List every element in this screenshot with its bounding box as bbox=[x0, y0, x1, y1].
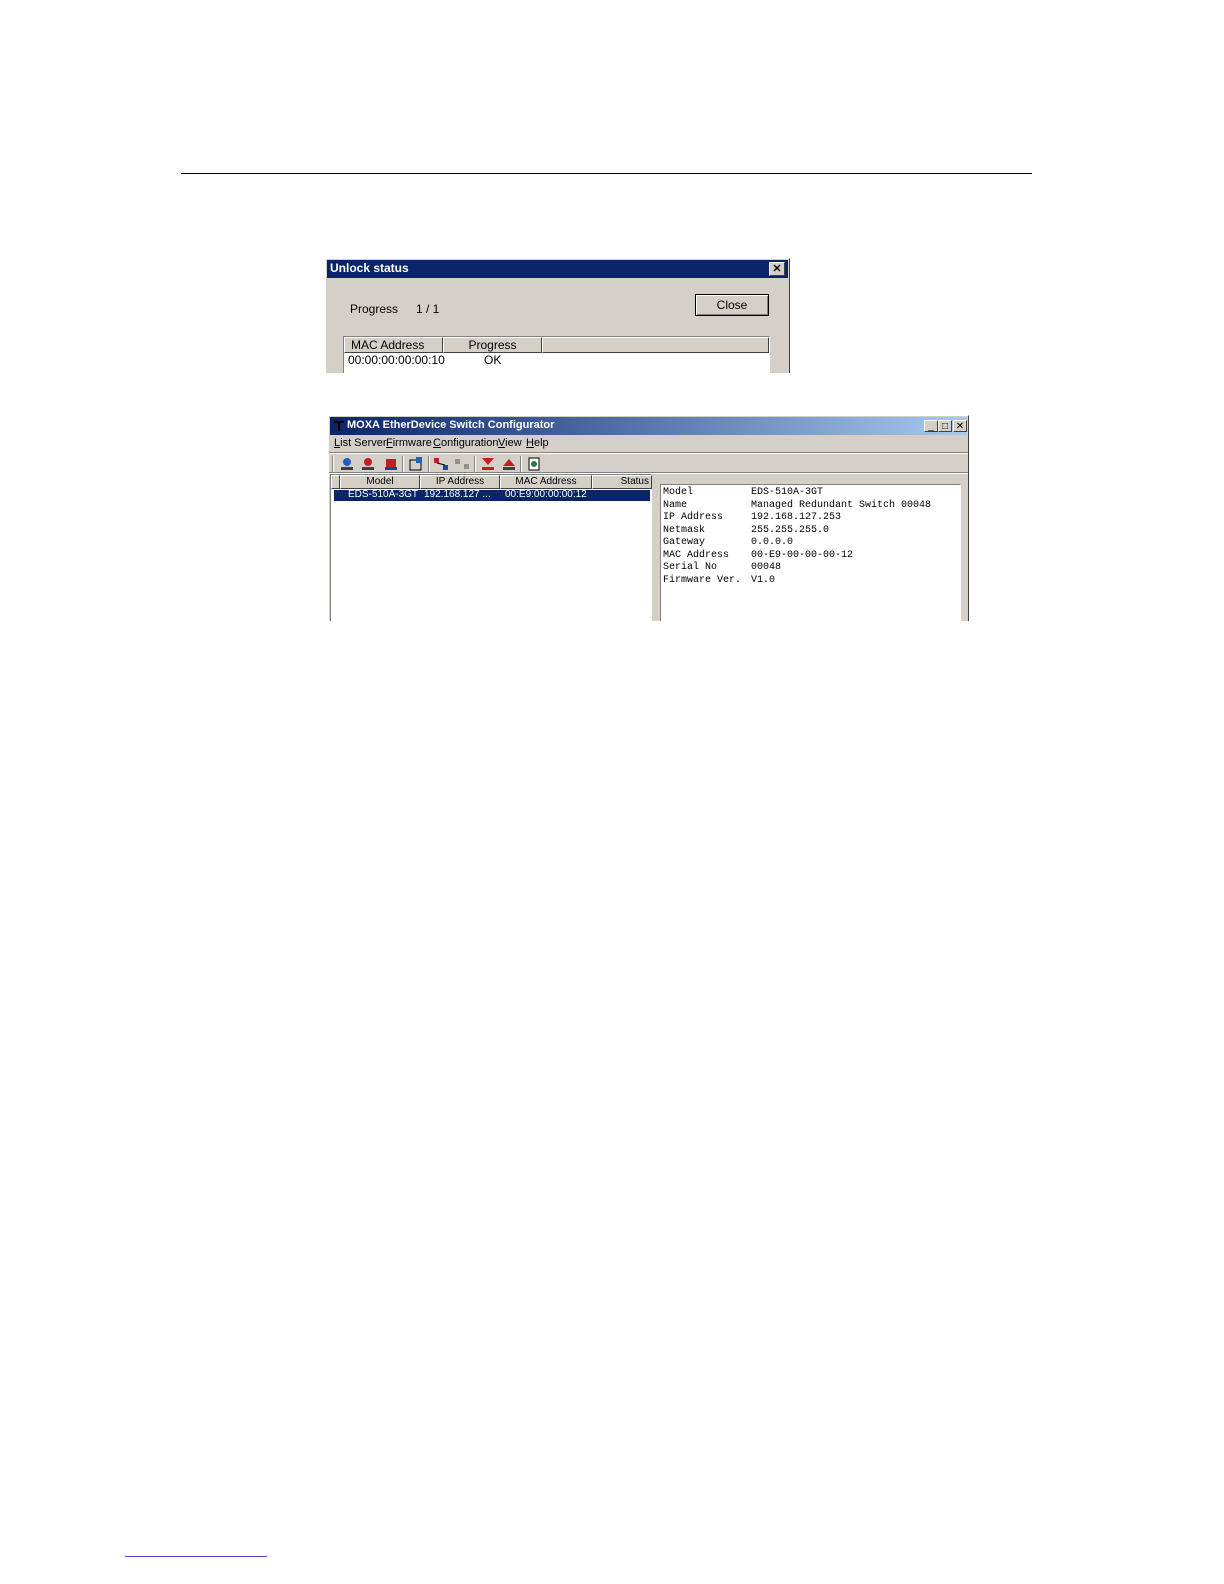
column-ip-address[interactable]: IP Address bbox=[420, 475, 500, 489]
unlock-status-dialog: Unlock status ✕ Progress 1 / 1 Close MAC… bbox=[325, 258, 790, 373]
window-title: MOXA EtherDevice Switch Configurator bbox=[347, 419, 555, 431]
info-row: Firmware Ver. V1.0 bbox=[663, 574, 776, 586]
info-row: IP Address 192.168.127.253 bbox=[663, 512, 842, 523]
minimize-icon[interactable]: _ bbox=[924, 420, 938, 432]
column-progress[interactable]: Progress bbox=[443, 337, 542, 353]
dialog-title: Unlock status bbox=[330, 261, 409, 275]
toolbar-separator bbox=[332, 456, 334, 473]
column-blank bbox=[331, 475, 340, 489]
menu-view[interactable]: View bbox=[498, 437, 522, 449]
page-top-rule bbox=[181, 173, 1032, 174]
info-row: MAC Address 00-E9-00-00-00-12 bbox=[663, 549, 854, 561]
info-row: Gateway 0.0.0.0 bbox=[663, 537, 794, 548]
column-empty bbox=[542, 337, 769, 353]
menu-configuration[interactable]: Configuration bbox=[433, 437, 498, 449]
device-mac: 00:E9:00:00:00:12 bbox=[505, 489, 587, 500]
toolbar-separator bbox=[520, 456, 522, 473]
disconnect-icon[interactable] bbox=[454, 456, 470, 472]
upload-icon[interactable] bbox=[501, 456, 517, 472]
progress-value: 1 / 1 bbox=[416, 302, 440, 316]
upgrade-firmware-icon[interactable] bbox=[480, 456, 496, 472]
close-button[interactable]: Close bbox=[695, 294, 769, 316]
menu-separator bbox=[329, 452, 968, 454]
table-row[interactable]: EDS-510A-3GT 192.168.127 ... 00:E9:00:00… bbox=[334, 489, 650, 501]
toolbar-separator bbox=[474, 456, 476, 473]
toolbar-separator bbox=[428, 456, 430, 473]
toolbar-separator bbox=[402, 456, 404, 473]
close-icon[interactable]: ✕ bbox=[769, 262, 785, 276]
progress-label: Progress bbox=[350, 302, 399, 316]
configurator-window: MOXA EtherDevice Switch Configurator _ □… bbox=[328, 415, 969, 621]
close-icon[interactable]: ✕ bbox=[953, 420, 967, 432]
info-row: Name Managed Redundant Switch 00048 bbox=[663, 499, 932, 511]
unlock-list[interactable]: MAC Address Progress 00:00:00:00:00:10 O… bbox=[343, 336, 770, 373]
locate-server-icon[interactable] bbox=[339, 456, 355, 472]
info-row: Serial No 00048 bbox=[663, 562, 782, 573]
info-row: Model EDS-510A-3GT bbox=[663, 487, 824, 498]
detail-pane: Model EDS-510A-3GT Name Managed Redundant … bbox=[654, 474, 968, 621]
row-mac: 00:00:00:00:00:10 bbox=[348, 353, 445, 367]
export-icon[interactable] bbox=[526, 456, 542, 472]
column-mac-address[interactable]: MAC Address bbox=[344, 337, 443, 353]
lock-icon[interactable] bbox=[383, 456, 399, 472]
info-row: Netmask 255.255.255.0 bbox=[663, 524, 830, 536]
column-model[interactable]: Model bbox=[340, 475, 420, 489]
dialog-titlebar[interactable]: Unlock status ✕ bbox=[327, 260, 788, 278]
device-info-box[interactable]: Model EDS-510A-3GT Name Managed Redundant … bbox=[660, 484, 961, 621]
device-model: EDS-510A-3GT bbox=[348, 489, 419, 500]
maximize-icon[interactable]: □ bbox=[938, 420, 952, 432]
column-mac-address[interactable]: MAC Address bbox=[500, 475, 592, 489]
menu-list-server[interactable]: List Server bbox=[334, 437, 387, 449]
device-list[interactable]: Model IP Address MAC Address Status EDS-… bbox=[330, 474, 652, 621]
connect-icon[interactable] bbox=[433, 456, 449, 472]
menu-help[interactable]: Help bbox=[526, 437, 549, 449]
unlock-icon[interactable] bbox=[360, 456, 376, 472]
menu-firmware[interactable]: Firmware bbox=[386, 437, 432, 449]
settings-icon[interactable] bbox=[408, 456, 424, 472]
footer-link-rule bbox=[125, 1556, 267, 1557]
window-titlebar[interactable]: MOXA EtherDevice Switch Configurator _ □… bbox=[330, 417, 967, 435]
menubar: List Server Firmware Configuration View … bbox=[329, 436, 968, 452]
moxa-app-icon bbox=[334, 421, 344, 431]
device-ip: 192.168.127 ... bbox=[424, 489, 491, 500]
row-progress: OK bbox=[484, 353, 502, 367]
column-status[interactable]: Status bbox=[592, 475, 652, 489]
